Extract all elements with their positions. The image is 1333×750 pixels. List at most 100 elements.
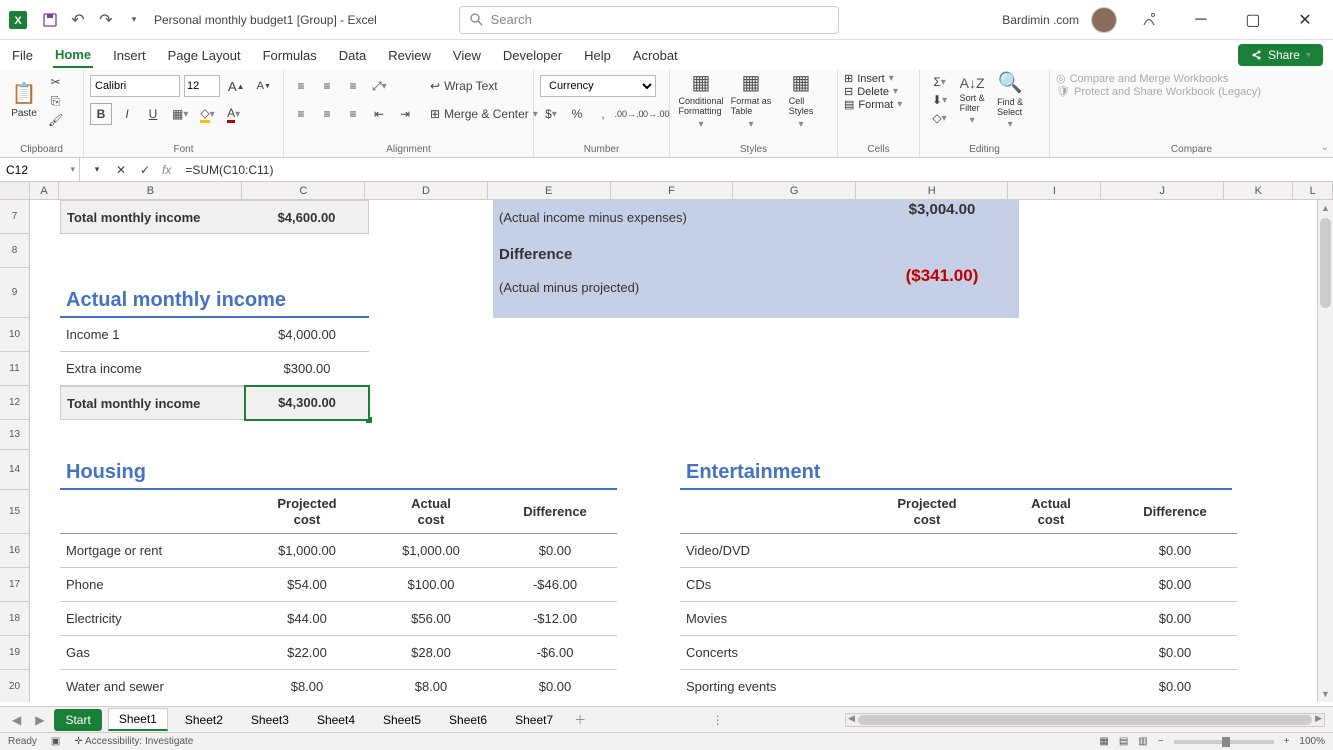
cell-B9[interactable]: Actual monthly income [60, 268, 369, 318]
sheet-start[interactable]: Start [54, 709, 101, 731]
qat-dropdown-icon[interactable]: ▾ [123, 9, 145, 31]
autosum-icon[interactable]: Σ▾ [928, 74, 951, 90]
row-20[interactable]: 20 [0, 670, 30, 702]
sheet-prev-icon[interactable]: ◀ [8, 713, 25, 727]
cell-E20[interactable]: $0.00 [493, 670, 617, 702]
find-select-button[interactable]: 🔍Find &Select▾ [991, 72, 1029, 128]
table-header[interactable]: Projectedcost [865, 490, 989, 534]
table-header[interactable] [60, 490, 245, 534]
save-icon[interactable] [39, 9, 61, 31]
dec-dec-icon[interactable]: .0→.00 [644, 103, 666, 125]
cell-ent-20[interactable]: Sporting events [680, 670, 865, 702]
cell-C17[interactable]: $54.00 [245, 568, 369, 602]
row-10[interactable]: 10 [0, 318, 30, 352]
align-bot-icon[interactable]: ≡ [342, 75, 364, 97]
delete-button[interactable]: ⊟Delete▾ [844, 85, 913, 98]
row-17[interactable]: 17 [0, 568, 30, 602]
cell-B18[interactable]: Electricity [60, 602, 245, 636]
align-mid-icon[interactable]: ≡ [316, 75, 338, 97]
tab-file[interactable]: File [10, 44, 35, 67]
name-box[interactable]: C12 [0, 158, 80, 181]
cond-format-button[interactable]: ▦ConditionalFormatting▾ [676, 72, 726, 128]
cell-D19[interactable]: $28.00 [369, 636, 493, 670]
macro-record-icon[interactable]: ▣ [51, 736, 60, 747]
col-h[interactable]: H [856, 182, 1008, 199]
border-button[interactable]: ▦▾ [168, 103, 192, 125]
table-header[interactable]: Difference [1113, 490, 1237, 534]
row-8[interactable]: 8 [0, 234, 30, 268]
tab-help[interactable]: Help [582, 44, 613, 67]
fx-icon[interactable]: fx [162, 163, 171, 177]
sheet-6[interactable]: Sheet6 [438, 709, 498, 731]
cell-D16[interactable]: $1,000.00 [369, 534, 493, 568]
row-12[interactable]: 12 [0, 386, 30, 420]
avatar[interactable] [1091, 7, 1117, 33]
table-header[interactable]: Actualcost [989, 490, 1113, 534]
clear-icon[interactable]: ◇▾ [928, 110, 951, 126]
redo-icon[interactable]: ↷ [95, 9, 117, 31]
col-k[interactable]: K [1224, 182, 1293, 199]
inc-dec-icon[interactable]: .00→.0 [618, 103, 640, 125]
cell-E19[interactable]: -$6.00 [493, 636, 617, 670]
table-header[interactable]: Actualcost [369, 490, 493, 534]
row-11[interactable]: 11 [0, 352, 30, 386]
inc-indent-icon[interactable]: ⇥ [394, 103, 416, 125]
italic-button[interactable]: I [116, 103, 138, 125]
enter-formula-icon[interactable]: ✓ [134, 159, 156, 181]
view-normal-icon[interactable]: ▦ [1099, 736, 1108, 747]
row-7[interactable]: 7 [0, 200, 30, 234]
cell-B14[interactable]: Housing [60, 450, 617, 490]
align-left-icon[interactable]: ≡ [290, 103, 312, 125]
table-header[interactable]: Difference [493, 490, 617, 534]
sheet-next-icon[interactable]: ▶ [31, 713, 48, 727]
cell-B20[interactable]: Water and sewer [60, 670, 245, 702]
row-16[interactable]: 16 [0, 534, 30, 568]
col-g[interactable]: G [733, 182, 856, 199]
align-right-icon[interactable]: ≡ [342, 103, 364, 125]
tab-acrobat[interactable]: Acrobat [631, 44, 680, 67]
cell-C11[interactable]: $300.00 [245, 352, 369, 386]
sheet-4[interactable]: Sheet4 [306, 709, 366, 731]
sheet-1[interactable]: Sheet1 [108, 708, 168, 731]
font-size-input[interactable] [184, 75, 220, 97]
fill-icon[interactable]: ⬇▾ [928, 92, 951, 108]
scroll-up-icon[interactable]: ▲ [1318, 200, 1333, 216]
vertical-scrollbar[interactable]: ▲ ▼ [1317, 200, 1333, 702]
cell-C12[interactable]: $4,300.00 [245, 386, 369, 420]
col-f[interactable]: F [611, 182, 734, 199]
cancel-formula-icon[interactable]: ✕ [110, 159, 132, 181]
row-14[interactable]: 14 [0, 450, 30, 490]
cell-B10[interactable]: Income 1 [60, 318, 245, 352]
cell-H8[interactable]: ($341.00) [865, 234, 1019, 318]
align-center-icon[interactable]: ≡ [316, 103, 338, 125]
tab-data[interactable]: Data [337, 44, 368, 67]
tab-formulas[interactable]: Formulas [261, 44, 319, 67]
currency-icon[interactable]: $▾ [540, 103, 562, 125]
view-break-icon[interactable]: ▥ [1138, 736, 1147, 747]
row-13[interactable]: 13 [0, 420, 30, 450]
undo-icon[interactable]: ↶ [67, 9, 89, 31]
tab-insert[interactable]: Insert [111, 44, 148, 67]
copy-icon[interactable]: ⎘ [44, 93, 67, 110]
cell-E7[interactable]: (Actual income minus expenses) [493, 200, 741, 234]
orientation-icon[interactable]: ⤢▾ [368, 75, 391, 97]
tab-view[interactable]: View [451, 44, 483, 67]
tab-developer[interactable]: Developer [501, 44, 564, 67]
cell-C19[interactable]: $22.00 [245, 636, 369, 670]
tab-pagelayout[interactable]: Page Layout [166, 44, 243, 67]
accessibility-status[interactable]: ✛ Accessibility: Investigate [74, 736, 193, 747]
sheet-7[interactable]: Sheet7 [504, 709, 564, 731]
dec-indent-icon[interactable]: ⇤ [368, 103, 390, 125]
table-header[interactable] [680, 490, 865, 534]
fill-color-button[interactable]: ◇▾ [196, 103, 218, 125]
font-color-button[interactable]: A▾ [223, 103, 245, 125]
scroll-thumb[interactable] [1320, 218, 1331, 308]
zoom-slider[interactable] [1174, 740, 1274, 744]
cell-ent-18[interactable]: Movies [680, 602, 865, 636]
new-sheet-icon[interactable]: ＋ [570, 711, 590, 728]
sheet-menu-icon[interactable]: ⋮ [712, 713, 724, 727]
dropdown-icon[interactable]: ▾ [86, 159, 108, 181]
maximize-icon[interactable]: ▢ [1233, 5, 1273, 35]
close-icon[interactable]: ✕ [1285, 5, 1325, 35]
cell-E9[interactable]: (Actual minus projected) [493, 262, 741, 312]
